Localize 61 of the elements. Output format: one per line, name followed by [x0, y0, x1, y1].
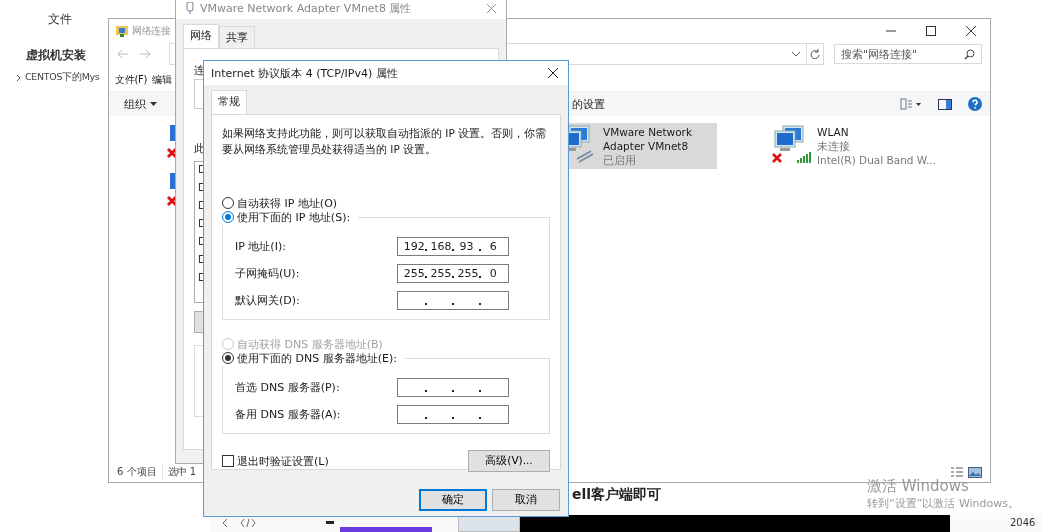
connection-status: 已启用: [603, 153, 637, 167]
menu-item[interactable]: 编辑: [152, 73, 172, 87]
connection-status: 未连接: [817, 139, 851, 153]
ip-address-field[interactable]: [397, 291, 509, 310]
toolbar-command[interactable]: 的设置: [572, 96, 605, 112]
close-icon[interactable]: [966, 26, 976, 36]
field-label: 备用 DNS 服务器(A):: [235, 407, 341, 422]
connection-name: VMware Network Adapter VMnet8: [603, 125, 693, 153]
ok-button[interactable]: 确定: [419, 489, 487, 511]
refresh-icon: [810, 49, 820, 59]
field-label: 子网掩码(U):: [235, 266, 300, 281]
chevron-icon[interactable]: [16, 73, 21, 82]
network-plug-icon: [186, 2, 194, 14]
word-count: 2046: [1010, 517, 1036, 528]
ip-address-field[interactable]: 192 168 93 6: [397, 237, 509, 256]
ip-address-field[interactable]: [397, 405, 509, 424]
window-title: 网络连接: [132, 24, 170, 38]
tree-item[interactable]: CENTOS下的Mys: [25, 71, 100, 84]
caret-icon: [150, 102, 157, 106]
tab[interactable]: 网络: [183, 24, 219, 48]
dialog-title: VMware Network Adapter VMnet8 属性: [200, 0, 412, 16]
field-label: IP 地址(I):: [235, 239, 286, 254]
article-heading: ell客户端即可: [572, 486, 662, 504]
organize-menu[interactable]: 组织: [124, 96, 157, 112]
menu-item[interactable]: 文件(F): [115, 73, 148, 87]
dropdown-icon[interactable]: [792, 51, 800, 57]
back-icon[interactable]: [222, 518, 228, 528]
dialog-title: Internet 协议版本 4 (TCP/IPv4) 属性: [211, 65, 398, 81]
sidebar-heading: 虚拟机安装: [26, 47, 86, 64]
radio-option[interactable]: 使用下面的 IP 地址(S):: [222, 209, 359, 225]
device-name: Intel(R) Dual Band W...: [817, 153, 936, 167]
code-icon[interactable]: [240, 518, 256, 528]
section-label: 连: [194, 63, 205, 78]
wireless-adapter-icon: [771, 125, 811, 165]
search-icon: [964, 48, 975, 60]
connection-item[interactable]: WLAN 未连接 Intel(R) Dual Band W...: [767, 123, 940, 169]
maximize-icon[interactable]: [926, 26, 936, 36]
preview-pane-icon[interactable]: [938, 98, 952, 110]
close-icon[interactable]: [548, 68, 558, 78]
tab[interactable]: 常规: [211, 90, 247, 114]
ip-address-field[interactable]: 255 255 255 0: [397, 264, 509, 283]
checkbox[interactable]: 退出时验证设置(L): [222, 453, 329, 469]
help-icon[interactable]: [968, 97, 982, 111]
search-field[interactable]: 搜索"网络连接": [834, 44, 982, 64]
tab[interactable]: 共享: [219, 26, 255, 48]
advanced-button[interactable]: 高级(V)...: [468, 450, 550, 472]
activation-hint: 转到“设置”以激活 Windows。: [867, 496, 1019, 511]
connection-name: WLAN: [817, 125, 850, 139]
ip-address-field[interactable]: [397, 378, 509, 397]
field-label: 默认网关(D):: [235, 293, 300, 308]
radio-option[interactable]: 使用下面的 DNS 服务器地址(E):: [222, 350, 405, 366]
cancel-button[interactable]: 取消: [492, 489, 560, 511]
menu-label[interactable]: 文件: [48, 11, 72, 28]
network-folder-icon: [115, 24, 129, 38]
status-text: 选中 1: [161, 465, 196, 479]
intro-text: 如果网络支持此功能，则可以获取自动指派的 IP 设置。否则，你需要从网络系统管理员处获得适当的 IP 设置。: [222, 126, 547, 157]
large-icons-view-icon[interactable]: [968, 466, 982, 478]
status-text: 6 个项目: [117, 465, 157, 479]
activation-title: 激活 Windows: [867, 477, 969, 496]
field-label: 首选 DNS 服务器(P):: [235, 380, 340, 395]
view-options-icon[interactable]: [900, 98, 922, 110]
